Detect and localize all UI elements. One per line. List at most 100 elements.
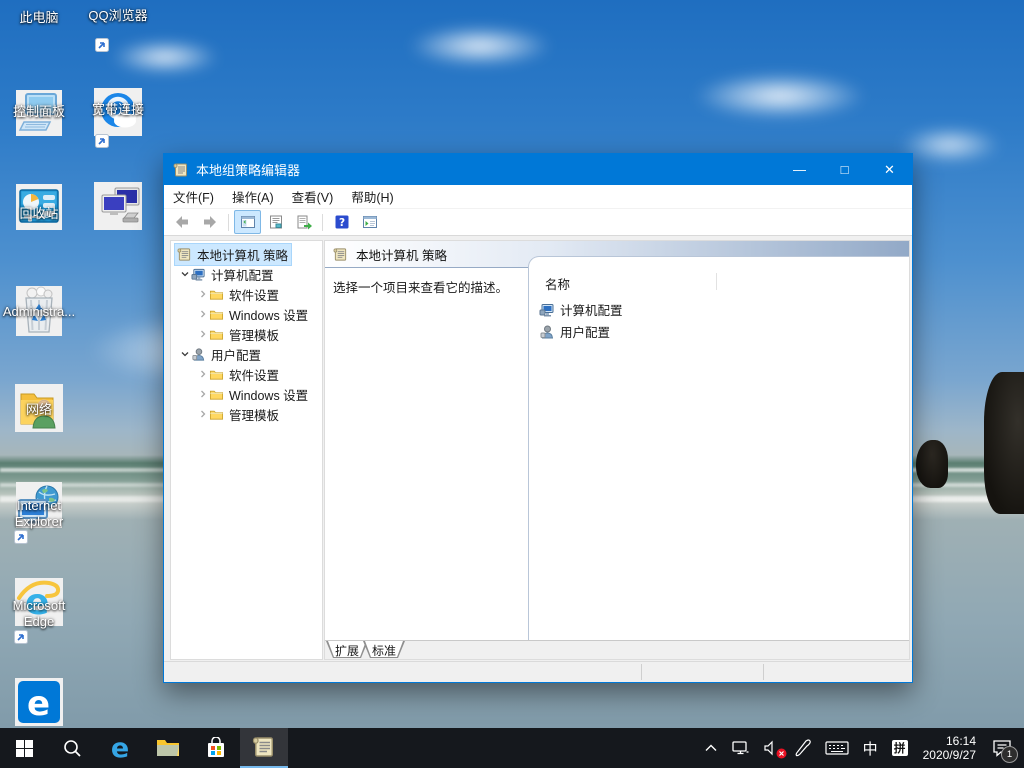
tray-touch-keyboard[interactable] (818, 728, 856, 768)
taskbar-edge-button[interactable]: e (96, 728, 144, 768)
tree-item-software-settings[interactable]: 软件设置 (171, 284, 322, 304)
tray-network[interactable] (724, 728, 756, 768)
folder-icon (209, 407, 224, 422)
console-tree-icon (240, 214, 256, 230)
tree-item-windows-settings-user[interactable]: Windows 设置 (171, 384, 322, 404)
tree-item-label: Windows 设置 (229, 305, 308, 324)
ime-language-mode[interactable]: 中 (856, 728, 885, 768)
tray-volume-muted[interactable] (756, 728, 788, 768)
pen-icon (795, 739, 811, 757)
microsoft-store-icon (206, 737, 226, 759)
chevron-right-icon[interactable] (197, 309, 209, 319)
details-header-title: 本地计算机 策略 (356, 245, 447, 264)
shortcut-arrow-icon (14, 530, 28, 544)
edge-icon: e (111, 735, 129, 762)
desktop-icon-control-panel[interactable]: 控制面板 (0, 102, 78, 120)
console-window-icon (362, 214, 378, 230)
desktop-icon-network[interactable]: 网络 (0, 400, 78, 418)
taskbar-gpedit-button[interactable] (240, 728, 288, 768)
chevron-right-icon[interactable] (197, 389, 209, 399)
chevron-down-icon[interactable] (179, 349, 191, 359)
desktop-icon-label: 网络 (0, 402, 78, 418)
desktop-icon-internet-explorer[interactable]: e Internet Explorer (0, 496, 78, 530)
desktop-icon-label: Microsoft Edge (0, 598, 78, 630)
menu-action[interactable]: 操作(A) (223, 185, 283, 208)
start-button[interactable] (0, 728, 48, 768)
folder-icon (209, 367, 224, 382)
view-tab-row: 扩展 标准 (325, 640, 909, 659)
taskbar-clock[interactable]: 16:14 2020/9/27 (915, 728, 984, 768)
desktop-icon-administrator-folder[interactable]: Administra... (0, 302, 78, 320)
tree-item-label: 软件设置 (229, 365, 279, 384)
desktop-icon-qq-browser[interactable]: QQ浏览器 (79, 6, 157, 24)
forward-arrow-icon (202, 214, 218, 230)
chevron-up-icon (705, 744, 717, 752)
tree-item-root[interactable]: 本地计算机 策略 (171, 244, 322, 264)
chevron-right-icon[interactable] (197, 369, 209, 379)
chevron-right-icon[interactable] (197, 289, 209, 299)
status-bar (164, 661, 912, 682)
desktop-icon-broadband[interactable]: 宽带连接 (79, 100, 157, 118)
new-window-button[interactable] (356, 210, 383, 234)
list-item-user-config[interactable]: 用户配置 (539, 322, 610, 341)
chevron-right-icon[interactable] (197, 409, 209, 419)
desktop-icon-this-pc[interactable]: 此电脑 (0, 8, 78, 26)
rock (984, 372, 1024, 514)
items-list-panel[interactable]: 名称 计算机配置 用户配置 (528, 256, 909, 641)
selection-description: 选择一个项目来查看它的描述。 (333, 277, 508, 296)
menu-view[interactable]: 查看(V) (283, 185, 343, 208)
maximize-button[interactable]: □ (822, 154, 867, 185)
desktop-icon-recycle-bin[interactable]: 回收站 (0, 204, 78, 222)
window-title: 本地组策略编辑器 (196, 160, 777, 179)
search-button[interactable] (48, 728, 96, 768)
tree-item-computer-config[interactable]: 计算机配置 (171, 264, 322, 284)
taskbar-store-button[interactable] (192, 728, 240, 768)
shortcut-arrow-icon (95, 134, 109, 148)
desktop-icon-label: 此电脑 (0, 10, 78, 26)
status-divider (641, 664, 642, 680)
back-arrow-icon (174, 214, 190, 230)
title-bar[interactable]: 本地组策略编辑器 — □ ✕ (164, 154, 912, 185)
tree-item-software-settings-user[interactable]: 软件设置 (171, 364, 322, 384)
tab-extended[interactable]: 扩展 (326, 641, 368, 658)
toolbar-separator (228, 214, 229, 231)
column-header-name[interactable]: 名称 (545, 274, 570, 293)
system-tray: 中 拼 16:14 2020/9/27 1 (698, 728, 1024, 768)
list-item-computer-config[interactable]: 计算机配置 (539, 300, 623, 319)
chevron-down-icon[interactable] (179, 269, 191, 279)
back-button[interactable] (168, 210, 195, 234)
help-button[interactable]: ? (328, 210, 355, 234)
taskbar-file-explorer-button[interactable] (144, 728, 192, 768)
close-button[interactable]: ✕ (867, 154, 912, 185)
forward-button[interactable] (196, 210, 223, 234)
tree-item-admin-templates[interactable]: 管理模板 (171, 324, 322, 344)
desktop-icon-label: Internet Explorer (0, 498, 78, 530)
tree-item-label: 计算机配置 (211, 265, 274, 284)
desktop-icon-microsoft-edge[interactable]: e Microsoft Edge (0, 596, 78, 630)
menu-help[interactable]: 帮助(H) (342, 185, 402, 208)
menu-file[interactable]: 文件(F) (164, 185, 223, 208)
chevron-right-icon[interactable] (197, 329, 209, 339)
minimize-button[interactable]: — (777, 154, 822, 185)
tree-item-windows-settings[interactable]: Windows 设置 (171, 304, 322, 324)
export-list-button[interactable] (290, 210, 317, 234)
cloud-shape (660, 64, 900, 128)
windows-logo-icon (16, 740, 33, 757)
folder-icon (209, 387, 224, 402)
tree-item-label: 用户配置 (211, 345, 261, 364)
console-tree-panel[interactable]: 本地计算机 策略 计算机配置 软件设置 Windows 设置 (170, 240, 323, 660)
tab-standard[interactable]: 标准 (363, 641, 405, 658)
tray-overflow-chevron[interactable] (698, 728, 724, 768)
tray-windows-ink[interactable] (788, 728, 818, 768)
properties-button[interactable] (262, 210, 289, 234)
taskbar: e (0, 728, 1024, 768)
shortcut-arrow-icon (95, 38, 109, 52)
ime-pinyin-indicator[interactable]: 拼 (885, 728, 915, 768)
tree-item-admin-templates-user[interactable]: 管理模板 (171, 404, 322, 424)
show-console-tree-button[interactable] (234, 210, 261, 234)
toolbar-separator (322, 214, 323, 231)
desktop-icon-label: 宽带连接 (79, 102, 157, 118)
tree-item-user-config[interactable]: 用户配置 (171, 344, 322, 364)
action-center-button[interactable]: 1 (984, 728, 1024, 768)
column-divider[interactable] (716, 273, 717, 290)
